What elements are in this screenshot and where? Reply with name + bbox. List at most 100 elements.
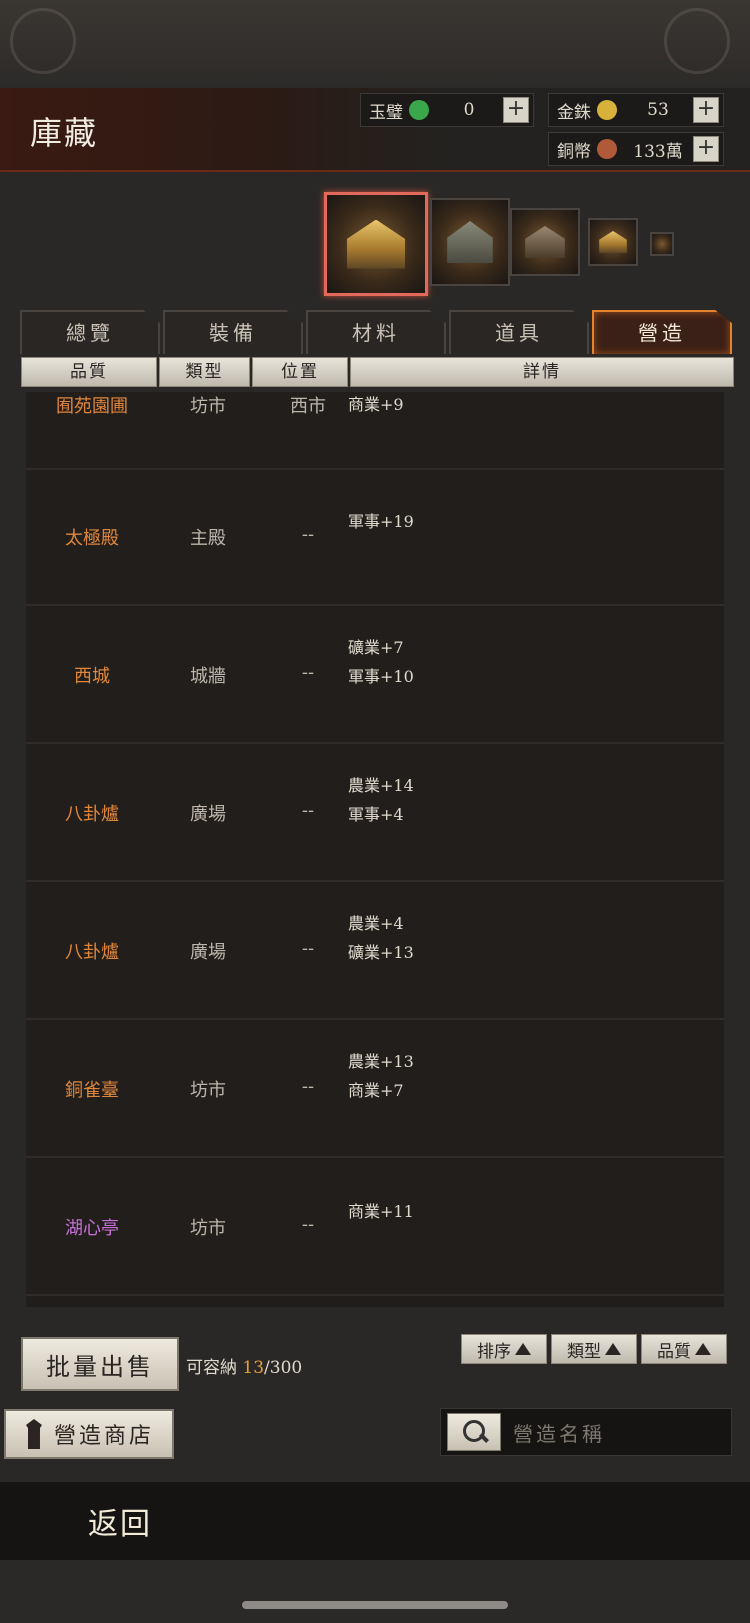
add-jade-button[interactable]: + — [503, 97, 529, 123]
item-location: -- — [301, 1076, 315, 1097]
search-box: 營造名稱 — [440, 1408, 732, 1456]
search-button[interactable] — [447, 1413, 501, 1451]
detail-line: 農業+14 — [348, 776, 414, 795]
page-title: 庫藏 — [30, 114, 99, 152]
triangle-up-icon — [515, 1343, 531, 1355]
item-location: -- — [301, 662, 315, 683]
item-name: 囿苑園圃 — [56, 396, 128, 417]
item-location: -- — [301, 1214, 315, 1235]
building-thumbnail[interactable] — [650, 232, 674, 256]
sort-type-button[interactable]: 類型 — [551, 1334, 637, 1364]
add-copper-button[interactable]: + — [693, 136, 719, 162]
item-detail: 農業+4 礦業+13 — [348, 909, 414, 967]
sort-label: 排序 — [477, 1341, 511, 1362]
item-detail: 軍事+19 — [348, 507, 414, 536]
detail-line: 農業+4 — [348, 914, 404, 933]
building-thumbnail[interactable] — [588, 218, 638, 266]
item-detail: 農業+13 商業+7 — [348, 1047, 414, 1105]
item-name: 銅雀臺 — [65, 1080, 119, 1101]
building-thumbnail[interactable] — [430, 198, 510, 286]
currency-label: 玉璧 — [369, 102, 403, 123]
add-gold-button[interactable]: + — [693, 97, 719, 123]
construction-list[interactable]: 囿苑園圃 坊市 西市 商業+9 太極殿 主殿 -- 軍事+19 西城 城牆 --… — [26, 392, 724, 1307]
detail-line: 商業+11 — [348, 1202, 414, 1221]
column-detail[interactable]: 詳情 — [350, 357, 734, 387]
tab-overview[interactable]: 總覽 — [20, 310, 160, 354]
detail-line: 礦業+7 — [348, 638, 404, 657]
list-item[interactable]: 囿苑園圃 坊市 西市 商業+9 — [26, 392, 724, 470]
item-name: 湖心亭 — [65, 1218, 119, 1239]
detail-line: 軍事+10 — [348, 667, 414, 686]
currency-jade: 玉璧 0 + — [360, 93, 534, 127]
currency-copper: 銅幣 133萬 + — [548, 132, 724, 166]
item-type: 坊市 — [190, 1218, 226, 1239]
back-button[interactable]: 返回 — [50, 1496, 190, 1546]
item-location: -- — [301, 938, 315, 959]
item-name: 太極殿 — [65, 528, 119, 549]
sort-label: 品質 — [657, 1341, 691, 1362]
capacity-max: /300 — [264, 1358, 303, 1378]
detail-line: 商業+7 — [348, 1081, 404, 1100]
item-name: 八卦爐 — [65, 942, 119, 963]
item-type: 主殿 — [190, 528, 226, 549]
list-item[interactable]: 太極殿 主殿 -- 軍事+19 — [26, 470, 724, 606]
building-preview-strip — [0, 190, 750, 300]
capacity-text: 可容納 13/300 — [186, 1353, 302, 1378]
item-detail: 礦業+7 軍事+10 — [348, 633, 414, 691]
sort-label: 類型 — [567, 1341, 601, 1362]
gold-coin-icon — [597, 100, 617, 120]
currency-label: 金銖 — [557, 102, 591, 123]
item-location: 西市 — [290, 396, 326, 417]
search-input[interactable]: 營造名稱 — [513, 1418, 605, 1447]
currency-value: 0 — [463, 100, 475, 120]
list-item[interactable]: 八卦爐 廣場 -- 農業+14 軍事+4 — [26, 746, 724, 882]
copper-coin-icon — [597, 139, 617, 159]
sort-quality-button[interactable]: 品質 — [641, 1334, 727, 1364]
currency-value: 133萬 — [633, 141, 683, 162]
sort-order-button[interactable]: 排序 — [461, 1334, 547, 1364]
jade-coin-icon — [409, 100, 429, 120]
batch-sell-button[interactable]: 批量出售 — [21, 1337, 179, 1391]
detail-line: 農業+13 — [348, 1052, 414, 1071]
capacity-current: 13 — [242, 1358, 265, 1378]
item-type: 廣場 — [190, 942, 226, 963]
detail-line: 軍事+19 — [348, 512, 414, 531]
tab-equipment[interactable]: 裝備 — [163, 310, 303, 354]
item-type: 坊市 — [190, 1080, 226, 1101]
item-detail: 商業+9 — [348, 392, 404, 419]
column-location[interactable]: 位置 — [252, 357, 348, 387]
detail-line: 礦業+13 — [348, 943, 414, 962]
column-quality[interactable]: 品質 — [21, 357, 157, 387]
top-background — [0, 0, 750, 90]
building-thumbnail[interactable] — [510, 208, 580, 276]
list-item[interactable]: 湖心亭 坊市 -- 商業+11 — [26, 1160, 724, 1296]
watchtower-icon — [25, 1419, 42, 1449]
currency-value: 53 — [647, 100, 669, 120]
footer — [0, 1560, 750, 1623]
detail-line: 軍事+4 — [348, 805, 404, 824]
tab-items[interactable]: 道具 — [449, 310, 589, 354]
item-name: 八卦爐 — [65, 804, 119, 825]
construction-shop-button[interactable]: 營造商店 — [4, 1409, 174, 1459]
item-detail: 商業+11 — [348, 1197, 414, 1226]
item-detail: 農業+14 軍事+4 — [348, 771, 414, 829]
tab-materials[interactable]: 材料 — [306, 310, 446, 354]
home-indicator[interactable] — [242, 1601, 508, 1609]
building-thumbnail[interactable] — [324, 192, 428, 296]
tab-construction[interactable]: 營造 — [592, 310, 732, 354]
detail-line: 商業+9 — [348, 395, 404, 414]
item-type: 坊市 — [190, 396, 226, 417]
item-name: 西城 — [74, 666, 110, 687]
item-location: -- — [301, 800, 315, 821]
triangle-up-icon — [605, 1343, 621, 1355]
column-type[interactable]: 類型 — [159, 357, 250, 387]
list-item[interactable]: 八卦爐 廣場 -- 農業+4 礦業+13 — [26, 884, 724, 1020]
list-item[interactable]: 銅雀臺 坊市 -- 農業+13 商業+7 — [26, 1022, 724, 1158]
list-item[interactable]: 西城 城牆 -- 礦業+7 軍事+10 — [26, 608, 724, 744]
currency-gold: 金銖 53 + — [548, 93, 724, 127]
item-location: -- — [301, 524, 315, 545]
item-type: 廣場 — [190, 804, 226, 825]
shop-label: 營造商店 — [53, 1424, 154, 1449]
item-type: 城牆 — [190, 666, 226, 687]
triangle-up-icon — [695, 1343, 711, 1355]
